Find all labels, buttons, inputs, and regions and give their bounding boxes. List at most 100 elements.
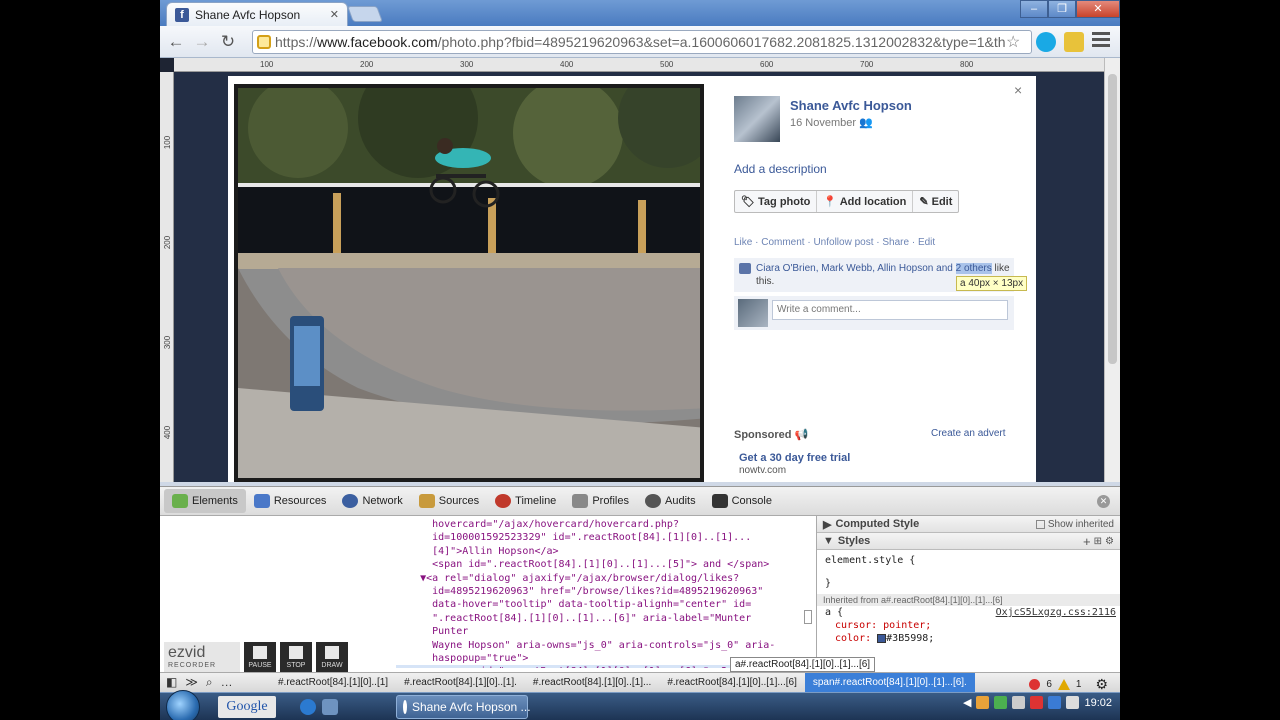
- bookmark-star-icon[interactable]: ☆: [1006, 32, 1020, 52]
- tab-network[interactable]: Network: [334, 489, 410, 513]
- dom-scrollbar-thumb[interactable]: [804, 610, 812, 624]
- dom-tree-line[interactable]: ".reactRoot[84].[1][0]..[1]...[6]" aria-…: [396, 612, 800, 625]
- tab-timeline[interactable]: Timeline: [487, 489, 564, 513]
- add-description-link[interactable]: Add a description: [734, 162, 827, 176]
- error-warning-counts[interactable]: 6 1 ⚙: [1029, 676, 1108, 693]
- stop-button[interactable]: STOP: [280, 642, 312, 672]
- post-date[interactable]: 16 November 👥: [790, 116, 873, 129]
- network-icon[interactable]: [1048, 696, 1062, 709]
- bmx-photo[interactable]: [234, 84, 704, 482]
- tray-app-icon[interactable]: [976, 696, 990, 709]
- element-style-rule[interactable]: element.style {: [817, 554, 1120, 567]
- tab-resources[interactable]: Resources: [246, 489, 335, 513]
- forward-arrow-icon[interactable]: →: [192, 32, 212, 52]
- dom-tree-line[interactable]: hovercard="/ajax/hovercard/hovercard.php…: [396, 518, 800, 531]
- taskbar-chrome-task[interactable]: Shane Avfc Hopson ...: [396, 695, 531, 719]
- extension-icon[interactable]: [1064, 32, 1084, 52]
- color-swatch[interactable]: [877, 633, 887, 643]
- address-bar[interactable]: https://www.facebook.com/photo.php?fbid=…: [252, 30, 1032, 54]
- breadcrumb-item-selected[interactable]: span#.reactRoot[84].[1][0]..[1]...[6].: [804, 672, 975, 693]
- dom-tree-line[interactable]: id=4895219620963" href="/browse/likes?id…: [396, 585, 800, 598]
- page-scrollbar-thumb[interactable]: [1108, 74, 1117, 364]
- draw-button[interactable]: DRAW: [316, 642, 348, 672]
- ad-title-link[interactable]: Get a 30 day free trial: [739, 452, 850, 464]
- dom-tree-line[interactable]: ▼<a rel="dialog" ajaxify="/ajax/browser/…: [396, 572, 800, 585]
- start-orb-icon[interactable]: [166, 690, 200, 720]
- styles-header[interactable]: ▼ Styles + ⊞ ⚙: [817, 533, 1120, 550]
- breadcrumb-item[interactable]: #.reactRoot[84].[1][0]..[1].: [396, 677, 525, 688]
- edit-button[interactable]: ✎ Edit: [913, 191, 958, 212]
- volume-icon[interactable]: [1066, 696, 1080, 709]
- commenter-avatar: [738, 299, 768, 327]
- new-tab-button[interactable]: [347, 6, 383, 22]
- dock-icon[interactable]: ◧: [166, 675, 177, 690]
- tab-console[interactable]: Console: [704, 489, 780, 513]
- show-inherited-label: Show inherited: [1047, 518, 1114, 530]
- tag-photo-button[interactable]: 🏷 Tag photo: [735, 191, 818, 212]
- breadcrumb-item[interactable]: #.reactRoot[84].[1][0]..[1]...[6]: [659, 677, 805, 688]
- minimize-button[interactable]: –: [1020, 0, 1048, 18]
- likes-names[interactable]: Ciara O'Brien, Mark Webb, Allin Hopson a…: [756, 263, 956, 274]
- console-toggle-icon[interactable]: ≫: [185, 675, 198, 690]
- settings-gear-icon[interactable]: ⚙: [1105, 536, 1114, 547]
- tab-profiles[interactable]: Profiles: [564, 489, 637, 513]
- page-scrollbar[interactable]: [1104, 58, 1120, 482]
- skype-extension-icon[interactable]: [1036, 32, 1056, 52]
- likes-others-link[interactable]: 2 others: [955, 263, 992, 274]
- tab-sources[interactable]: Sources: [411, 489, 487, 513]
- dom-tree-line[interactable]: [4]">Allin Hopson</a>: [396, 545, 800, 558]
- breadcrumb-item[interactable]: #.reactRoot[84].[1][0]..[1]...: [525, 677, 659, 688]
- tab-close-icon[interactable]: ✕: [330, 8, 339, 21]
- audience-icon[interactable]: 👥: [859, 117, 873, 129]
- comment-input[interactable]: Write a comment...: [772, 300, 1008, 320]
- browser-tab[interactable]: f Shane Avfc Hopson ✕: [166, 2, 348, 26]
- pause-button[interactable]: PAUSE: [244, 642, 276, 672]
- tray-arrow-icon[interactable]: ◀: [963, 696, 971, 709]
- tray-app-icon[interactable]: [994, 696, 1008, 709]
- maximize-button[interactable]: ❐: [1048, 0, 1076, 18]
- poster-avatar[interactable]: [734, 96, 780, 142]
- dom-tree[interactable]: hovercard="/ajax/hovercard/hovercard.php…: [396, 518, 800, 668]
- ad-site[interactable]: nowtv.com: [739, 465, 786, 476]
- add-rule-icon[interactable]: +: [1083, 534, 1091, 549]
- post-actions-links[interactable]: Like · Comment · Unfollow post · Share ·…: [734, 237, 935, 248]
- error-icon: [1029, 679, 1041, 690]
- internet-explorer-icon[interactable]: [300, 699, 316, 715]
- tray-app-icon[interactable]: [1012, 696, 1026, 709]
- back-arrow-icon[interactable]: ←: [166, 32, 186, 52]
- show-desktop-icon[interactable]: [322, 699, 338, 715]
- computed-style-header[interactable]: ▶ Computed Style Show inherited: [817, 516, 1120, 533]
- chrome-menu-icon[interactable]: [1092, 32, 1110, 50]
- create-advert-link[interactable]: Create an advert: [931, 428, 1006, 439]
- breadcrumb-item[interactable]: #.reactRoot[84].[1][0]..[1]: [270, 677, 396, 688]
- devtools-settings-gear-icon[interactable]: ⚙: [1095, 676, 1108, 693]
- tab-elements[interactable]: Elements: [164, 489, 246, 513]
- dom-tree-line[interactable]: id=100001592523329" id=".reactRoot[84].[…: [396, 531, 800, 544]
- reload-icon[interactable]: ↻: [218, 32, 238, 52]
- show-inherited-checkbox[interactable]: Show inherited: [1035, 518, 1114, 530]
- tab-audits[interactable]: Audits: [637, 489, 704, 513]
- inspect-search-icon[interactable]: ⌕: [206, 675, 213, 690]
- a-rule-selector[interactable]: a {OxjcS5Lxgzg.css:2116: [817, 606, 1120, 619]
- more-icon[interactable]: …: [221, 675, 233, 690]
- window-close-button[interactable]: ✕: [1076, 0, 1120, 18]
- toggle-state-icon[interactable]: ⊞: [1094, 536, 1102, 547]
- tab-label: Timeline: [515, 495, 557, 507]
- poster-name[interactable]: Shane Avfc Hopson: [790, 98, 912, 113]
- clock[interactable]: 19:02: [1084, 697, 1112, 709]
- dom-scrollbar[interactable]: [802, 518, 814, 668]
- dom-tree-line[interactable]: Punter: [396, 625, 800, 638]
- google-toolbar-button[interactable]: Google: [218, 696, 276, 718]
- ruler-label: 400: [560, 60, 574, 69]
- css-property-cursor[interactable]: cursor: pointer;: [817, 619, 1120, 632]
- css-source-link[interactable]: OxjcS5Lxgzg.css:2116: [996, 607, 1116, 618]
- dom-tree-line[interactable]: <span id=".reactRoot[84].[1][0]..[1]...[…: [396, 558, 800, 571]
- css-property-color[interactable]: color: #3B5998;: [817, 632, 1120, 645]
- window-controls: – ❐ ✕: [1020, 0, 1120, 18]
- devtools-close-icon[interactable]: ✕: [1097, 494, 1110, 508]
- tray-app-icon[interactable]: [1030, 696, 1044, 709]
- dom-tree-line[interactable]: data-hover="tooltip" data-tooltip-alignh…: [396, 598, 800, 611]
- dom-tree-line[interactable]: Wayne Hopson" aria-owns="js_0" aria-cont…: [396, 639, 800, 652]
- add-location-button[interactable]: 📍 Add location: [817, 191, 914, 212]
- close-icon[interactable]: ×: [1014, 82, 1022, 98]
